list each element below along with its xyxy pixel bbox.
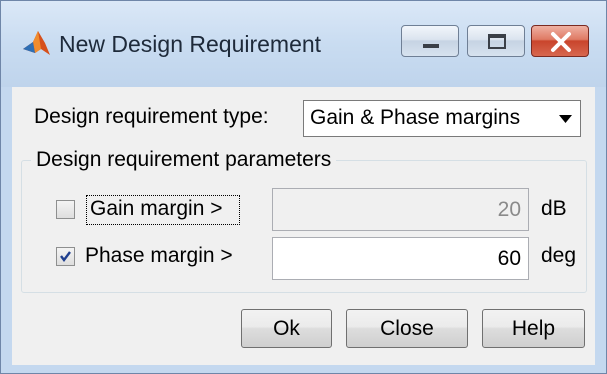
requirement-type-label: Design requirement type: xyxy=(34,105,269,128)
requirement-type-value: Gain & Phase margins xyxy=(310,106,521,129)
requirement-type-select[interactable]: Gain & Phase margins xyxy=(303,100,581,137)
gain-margin-checkbox[interactable] xyxy=(56,200,75,219)
close-button[interactable]: Close xyxy=(346,309,468,348)
close-icon xyxy=(551,32,571,52)
minimize-button[interactable] xyxy=(401,25,459,57)
window-title: New Design Requirement xyxy=(59,31,322,57)
maximize-button[interactable] xyxy=(467,25,525,57)
checkmark-icon xyxy=(60,251,71,262)
chevron-down-icon xyxy=(559,115,572,123)
phase-margin-field[interactable]: 60 xyxy=(272,237,529,280)
gain-margin-label: Gain margin > xyxy=(90,197,223,220)
parameters-group-title: Design requirement parameters xyxy=(31,148,337,172)
phase-margin-unit: deg xyxy=(541,244,577,267)
dialog-content: Design requirement type: Gain & Phase ma… xyxy=(12,87,595,365)
title-bar[interactable]: New Design Requirement xyxy=(1,1,606,87)
gain-margin-unit: dB xyxy=(541,197,567,220)
phase-margin-checkbox[interactable] xyxy=(56,247,75,266)
close-window-button[interactable] xyxy=(531,25,589,57)
ok-button[interactable]: Ok xyxy=(241,309,332,348)
maximize-icon xyxy=(488,34,506,49)
help-button[interactable]: Help xyxy=(482,309,585,348)
dialog-window: New Design Requirement Design requiremen… xyxy=(0,0,607,374)
matlab-logo-icon xyxy=(23,31,50,55)
minimize-icon xyxy=(423,44,439,48)
gain-margin-field[interactable]: 20 xyxy=(272,188,529,231)
phase-margin-label: Phase margin > xyxy=(85,244,233,267)
